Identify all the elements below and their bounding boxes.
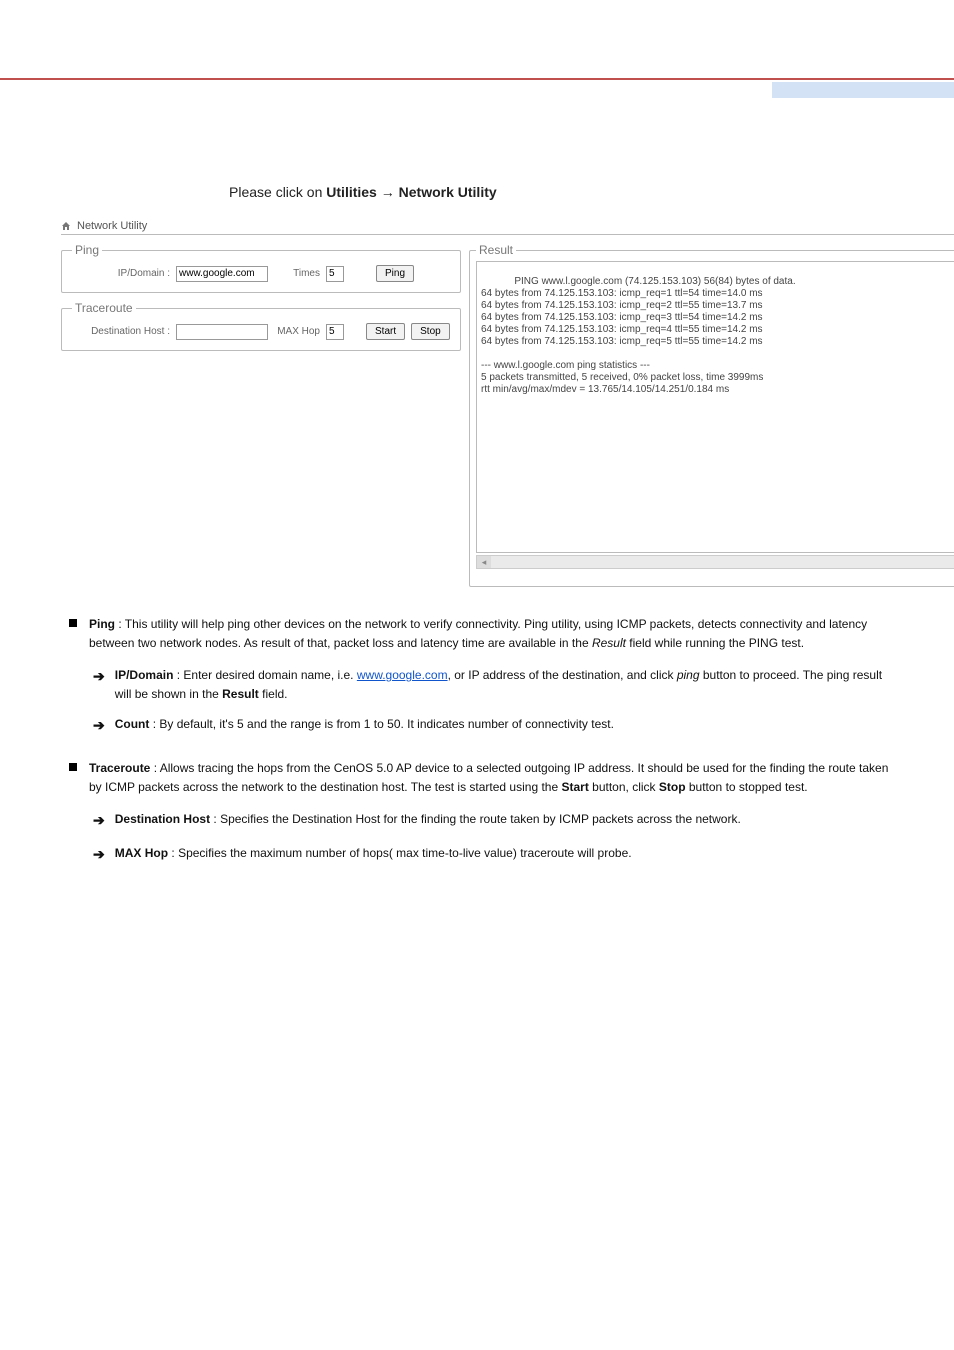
ping-group: Ping IP/Domain : Times Ping [61, 243, 461, 293]
arrow-right-icon: ➔ [93, 666, 105, 688]
start-button[interactable]: Start [366, 323, 405, 340]
traceroute-item: Traceroute : Allows tracing the hops fro… [15, 759, 939, 796]
arrow-icon: → [381, 184, 399, 200]
dest-host-sub: ➔ Destination Host : Specifies the Desti… [15, 810, 939, 832]
destination-host-input[interactable] [176, 324, 268, 340]
nav-part-2: Network Utility [399, 184, 497, 200]
count-sub: ➔ Count : By default, it's 5 and the ran… [15, 715, 939, 737]
bullet-square-icon [69, 619, 77, 627]
ipdomain-body4: field. [259, 687, 288, 701]
panel-title: Network Utility [77, 220, 147, 232]
arrow-right-icon: ➔ [93, 810, 105, 832]
result-legend: Result [476, 243, 516, 257]
ipdomain-result-bold: Result [222, 687, 259, 701]
result-output: PING www.l.google.com (74.125.153.103) 5… [476, 261, 954, 553]
dest-host-label: Destination Host [115, 812, 210, 826]
horizontal-scrollbar[interactable]: ◂ ▸ [476, 555, 954, 569]
google-link[interactable]: www.google.com [357, 668, 448, 682]
ip-domain-label: IP/Domain : [72, 268, 170, 279]
scroll-left-icon[interactable]: ◂ [477, 556, 491, 568]
ipdomain-body: : Enter desired domain name, i.e. [173, 668, 356, 682]
traceroute-start-bold: Start [561, 780, 588, 794]
count-body: : By default, it's 5 and the range is fr… [149, 717, 614, 731]
maxhop-prose-body: : Specifies the maximum number of hops( … [168, 846, 632, 860]
ping-label: Ping [89, 617, 115, 631]
arrow-right-icon: ➔ [93, 715, 105, 737]
times-label: Times [274, 268, 320, 279]
maxhop-label: MAX Hop [274, 326, 320, 337]
ip-domain-input[interactable] [176, 266, 268, 282]
ipdomain-label: IP/Domain [115, 668, 174, 682]
ping-body2: field while running the PING test. [626, 636, 804, 650]
result-text-content: PING www.l.google.com (74.125.153.103) 5… [481, 276, 796, 395]
maxhop-sub: ➔ MAX Hop : Specifies the maximum number… [15, 844, 939, 866]
traceroute-label: Traceroute [89, 761, 150, 775]
ipdomain-body2: , or IP address of the destination, and … [448, 668, 677, 682]
ping-legend: Ping [72, 243, 102, 257]
nav-part-1: Utilities [326, 184, 377, 200]
top-divider [0, 78, 954, 80]
ping-item: Ping : This utility will help ping other… [15, 615, 939, 652]
bullet-square-icon [69, 763, 77, 771]
destination-host-label: Destination Host : [72, 326, 170, 337]
traceroute-group: Traceroute Destination Host : MAX Hop St… [61, 301, 461, 351]
traceroute-body3: button to stopped test. [686, 780, 808, 794]
nav-prefix: Please click on [229, 184, 326, 200]
nav-path: Please click on Utilities → Network Util… [229, 184, 939, 200]
home-icon [61, 221, 71, 231]
maxhop-prose-label: MAX Hop [115, 846, 168, 860]
header-accent-bar [772, 82, 954, 98]
traceroute-legend: Traceroute [72, 301, 136, 315]
count-label: Count [115, 717, 150, 731]
arrow-right-icon: ➔ [93, 844, 105, 866]
times-input[interactable] [326, 266, 344, 282]
ping-button[interactable]: Ping [376, 265, 414, 282]
dest-host-body: : Specifies the Destination Host for the… [210, 812, 741, 826]
stop-button[interactable]: Stop [411, 323, 450, 340]
ipdomain-ping-italic: ping [677, 668, 700, 682]
result-group: Result PING www.l.google.com (74.125.153… [469, 243, 954, 587]
traceroute-stop-bold: Stop [659, 780, 686, 794]
prose-body: Ping : This utility will help ping other… [15, 615, 939, 866]
traceroute-body2: button, click [589, 780, 659, 794]
maxhop-input[interactable] [326, 324, 344, 340]
network-utility-screenshot: Network Utility Ping IP/Domain : Times P… [61, 220, 954, 587]
ipdomain-sub: ➔ IP/Domain : Enter desired domain name,… [15, 666, 939, 703]
ping-result-italic: Result [592, 636, 626, 650]
